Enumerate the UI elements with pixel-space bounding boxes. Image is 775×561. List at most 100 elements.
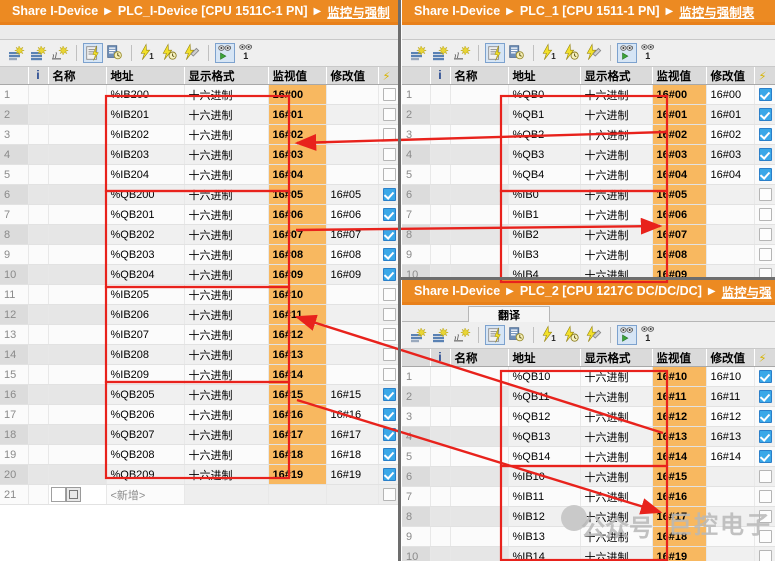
col-address[interactable]: 地址 <box>508 67 581 85</box>
row-name-cell[interactable] <box>450 104 509 125</box>
row-name-cell[interactable] <box>48 404 107 425</box>
row-address-cell[interactable]: %IB206 <box>106 304 185 325</box>
insert-rows-multi-icon[interactable]: ıl <box>50 43 70 63</box>
row-format-cell[interactable]: 十六进制 <box>580 264 653 280</box>
table-row[interactable]: 1 %QB0 十六进制 16#00 16#00 <box>402 84 775 105</box>
row-trigger-checkbox[interactable] <box>378 384 398 405</box>
col-trigger-icon[interactable]: ⚡ <box>754 67 775 85</box>
row-address-cell[interactable]: %QB11 <box>508 386 581 407</box>
row-name-cell[interactable] <box>48 284 107 305</box>
row-name-cell[interactable] <box>48 464 107 485</box>
row-format-cell[interactable]: 十六进制 <box>580 204 653 225</box>
breadcrumb-device[interactable]: PLC_1 [CPU 1511-1 PN] <box>520 4 660 18</box>
row-name-cell[interactable] <box>450 224 509 245</box>
row-trigger-checkbox[interactable] <box>754 144 775 165</box>
row-address-cell[interactable]: %IB205 <box>106 284 185 305</box>
row-info-cell[interactable] <box>28 204 49 225</box>
row-format-cell[interactable]: 十六进制 <box>184 144 269 165</box>
row-format-cell[interactable]: 十六进制 <box>184 464 269 485</box>
insert-rows-multi-icon[interactable]: ıl <box>452 325 472 345</box>
checkbox[interactable] <box>382 388 396 401</box>
checkbox[interactable] <box>758 268 772 280</box>
row-format-cell[interactable]: 十六进制 <box>184 204 269 225</box>
row-address-cell[interactable]: %IB200 <box>106 84 185 105</box>
row-address-cell[interactable]: %QB3 <box>508 144 581 165</box>
row-address-cell[interactable]: %IB3 <box>508 244 581 265</box>
checkbox[interactable] <box>758 450 772 463</box>
row-name-cell[interactable] <box>450 144 509 165</box>
row-address-cell[interactable]: %QB201 <box>106 204 185 225</box>
checkbox[interactable] <box>382 128 396 141</box>
row-name-cell[interactable] <box>450 386 509 407</box>
row-info-cell[interactable] <box>28 304 49 325</box>
row-info-cell[interactable] <box>28 224 49 245</box>
row-format-cell[interactable]: 十六进制 <box>184 164 269 185</box>
row-name-cell[interactable] <box>450 486 509 507</box>
modify-all-icon[interactable] <box>507 43 527 63</box>
row-modify-cell[interactable]: 16#15 <box>326 384 379 405</box>
row-info-cell[interactable] <box>28 164 49 185</box>
row-modify-cell[interactable]: 16#08 <box>326 244 379 265</box>
table-row[interactable]: 6 %QB200 十六进制 16#05 16#05 <box>0 184 398 205</box>
row-modify-cell[interactable]: 16#04 <box>706 164 755 185</box>
row-modify-cell[interactable] <box>706 486 755 507</box>
row-format-cell[interactable]: 十六进制 <box>184 284 269 305</box>
row-format-cell[interactable]: 十六进制 <box>580 546 653 561</box>
row-info-cell[interactable] <box>430 144 451 165</box>
row-name-cell[interactable] <box>48 424 107 445</box>
breadcrumb-device[interactable]: PLC_2 [CPU 1217C DC/DC/DC] <box>520 284 702 298</box>
modify-with-trigger-icon[interactable] <box>160 43 180 63</box>
table-row[interactable]: 7 %IB11 十六进制 16#16 <box>402 486 775 507</box>
enable-peripheral-outputs-icon[interactable] <box>584 325 604 345</box>
row-address-cell[interactable]: %IB4 <box>508 264 581 280</box>
table-row[interactable]: 11 %IB205 十六进制 16#10 <box>0 284 398 305</box>
table-row[interactable]: 5 %QB14 十六进制 16#14 16#14 <box>402 446 775 467</box>
row-modify-cell[interactable] <box>706 466 755 487</box>
row-info-cell[interactable] <box>430 164 451 185</box>
row-info-cell[interactable] <box>430 204 451 225</box>
checkbox[interactable] <box>758 228 772 241</box>
col-format[interactable]: 显示格式 <box>184 67 269 85</box>
row-trigger-checkbox[interactable] <box>754 446 775 467</box>
modify-now-icon[interactable]: 1 <box>540 325 560 345</box>
checkbox[interactable] <box>382 368 396 381</box>
row-trigger-checkbox[interactable] <box>378 264 398 285</box>
row-trigger-checkbox[interactable] <box>378 424 398 445</box>
row-modify-cell[interactable] <box>706 204 755 225</box>
row-name-cell[interactable] <box>48 444 107 465</box>
table-body-right-top[interactable]: 1 %QB0 十六进制 16#00 16#00 2 %QB1 十六进制 16#01 16#01 3%… <box>402 84 775 280</box>
row-trigger-checkbox[interactable] <box>378 164 398 185</box>
row-info-cell[interactable] <box>28 124 49 145</box>
row-modify-cell[interactable]: 16#13 <box>706 426 755 447</box>
row-info-cell[interactable] <box>430 366 451 387</box>
checkbox[interactable] <box>758 370 772 383</box>
monitor-all-icon[interactable] <box>485 43 505 63</box>
col-address[interactable]: 地址 <box>106 67 185 85</box>
col-trigger-icon[interactable]: ⚡ <box>754 349 775 367</box>
checkbox[interactable] <box>382 448 396 461</box>
row-name-cell[interactable] <box>48 204 107 225</box>
row-trigger-checkbox[interactable] <box>378 344 398 365</box>
row-trigger-checkbox[interactable] <box>378 364 398 385</box>
row-trigger-checkbox[interactable] <box>754 204 775 225</box>
monitor-all-icon[interactable] <box>83 43 103 63</box>
row-address-cell[interactable]: %QB0 <box>508 84 581 105</box>
row-name-cell[interactable] <box>48 344 107 365</box>
row-trigger-checkbox[interactable] <box>378 124 398 145</box>
monitor-all-icon[interactable] <box>485 325 505 345</box>
row-modify-cell[interactable] <box>706 546 755 561</box>
checkbox[interactable] <box>382 308 396 321</box>
row-trigger-checkbox[interactable] <box>754 466 775 487</box>
row-modify-cell[interactable] <box>326 284 379 305</box>
monitor-cycle-icon[interactable] <box>617 325 637 345</box>
row-format-cell[interactable]: 十六进制 <box>184 424 269 445</box>
col-name[interactable]: 名称 <box>450 349 509 367</box>
checkbox[interactable] <box>758 248 772 261</box>
col-name[interactable]: 名称 <box>48 67 107 85</box>
row-modify-cell[interactable] <box>706 224 755 245</box>
row-info-cell[interactable] <box>28 184 49 205</box>
col-rownum[interactable] <box>0 67 29 85</box>
row-format-cell[interactable]: 十六进制 <box>580 224 653 245</box>
modify-now-icon[interactable]: 1 <box>540 43 560 63</box>
row-address-cell[interactable]: %IB14 <box>508 546 581 561</box>
